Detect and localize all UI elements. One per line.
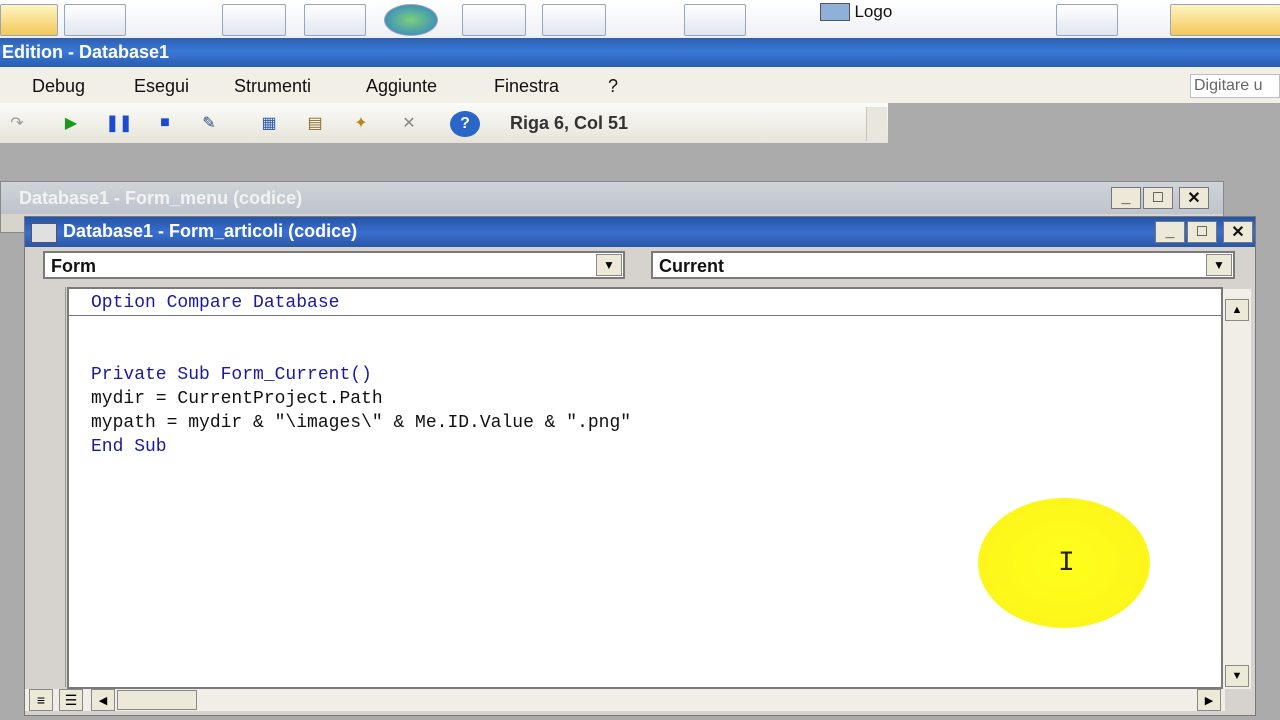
chevron-down-icon[interactable]: ▼ [1206, 254, 1232, 276]
scroll-down-icon[interactable]: ▼ [1225, 665, 1249, 687]
app-title: Edition - Database1 [2, 42, 170, 62]
toolbox-icon[interactable]: ✕ [396, 111, 422, 135]
logo-button[interactable]: Logo [820, 2, 892, 22]
pause-icon[interactable]: ❚❚ [106, 111, 133, 135]
vba-toolbar: ↷ ▶ ❚❚ ■ ✎ ▦ ▤ ✦ ✕ ? Riga 6, Col 51 [0, 103, 888, 144]
folder-icon[interactable] [304, 4, 366, 36]
back-maximize-button[interactable]: □ [1143, 187, 1173, 209]
code-line-5: mypath = mydir & "\images\" & Me.ID.Valu… [91, 413, 632, 433]
back-window-title-bar: Database1 - Form_menu (codice) _ □ ✕ [1, 182, 1223, 214]
stop-icon[interactable]: ■ [152, 111, 178, 135]
code-line-3: Private Sub Form_Current() [91, 365, 372, 385]
logo-label: Logo [854, 2, 893, 21]
code-editor[interactable]: Option Compare Database Private Sub Form… [67, 287, 1223, 689]
help-icon[interactable]: ? [450, 111, 480, 137]
scroll-left-icon[interactable]: ◀ [91, 689, 115, 711]
front-window-title-bar: Database1 - Form_articoli (codice) _ □ ✕ [25, 217, 1255, 247]
front-minimize-button[interactable]: _ [1155, 221, 1185, 243]
toolbar-options[interactable] [866, 107, 887, 141]
project-explorer-icon[interactable]: ▦ [256, 111, 282, 135]
vertical-scrollbar[interactable]: ▲ ▼ [1223, 289, 1251, 689]
object-combo[interactable]: Form ▼ [43, 251, 625, 279]
object-combo-value: Form [51, 256, 96, 276]
procedure-combo[interactable]: Current ▼ [651, 251, 1235, 279]
horizontal-scrollbar[interactable]: ≡ ☰ ◀ ▶ [25, 689, 1225, 711]
image-icon[interactable] [462, 4, 526, 36]
table-icon[interactable] [1056, 4, 1118, 36]
menu-help[interactable]: ? [608, 76, 618, 97]
redo-icon[interactable]: ↷ [4, 111, 30, 135]
code-line-1: Option Compare Database [91, 293, 340, 313]
help-search-box[interactable]: Digitare u [1190, 74, 1280, 98]
code-window-form-articoli: Database1 - Form_articoli (codice) _ □ ✕… [24, 216, 1256, 716]
object-browser-icon[interactable]: ✦ [348, 111, 374, 135]
horizontal-scroll-thumb[interactable] [117, 690, 197, 710]
app-title-bar: Edition - Database1 [0, 38, 1280, 67]
cursor-position: Riga 6, Col 51 [510, 113, 629, 133]
procedure-separator [69, 315, 1221, 316]
code-line-4: mydir = CurrentProject.Path [91, 389, 383, 409]
back-window-title: Database1 - Form_menu (codice) [19, 188, 303, 208]
picture-icon[interactable] [684, 4, 746, 36]
scroll-right-icon[interactable]: ▶ [1197, 689, 1221, 711]
globe-icon[interactable] [384, 4, 438, 36]
procedure-view-icon[interactable]: ≡ [29, 689, 53, 711]
logo-icon [820, 3, 850, 21]
run-icon[interactable]: ▶ [58, 111, 84, 135]
list-icon[interactable] [542, 4, 606, 36]
menu-bar: Debug Esegui Strumenti Aggiunte Finestra… [0, 67, 1280, 103]
front-window-title: Database1 - Form_articoli (codice) [63, 221, 358, 241]
text-cursor-icon: I [1058, 548, 1075, 579]
sheet-icon[interactable] [1170, 4, 1280, 36]
menu-strumenti[interactable]: Strumenti [234, 76, 311, 97]
back-minimize-button[interactable]: _ [1111, 187, 1141, 209]
form-icon[interactable] [0, 4, 58, 36]
ribbon-strip: Logo [0, 0, 1280, 39]
code-margin[interactable] [25, 287, 66, 687]
label-icon[interactable] [64, 4, 126, 36]
procedure-combo-value: Current [659, 256, 725, 276]
full-module-view-icon[interactable]: ☰ [59, 689, 83, 711]
menu-finestra[interactable]: Finestra [494, 76, 559, 97]
design-mode-icon[interactable]: ✎ [196, 111, 222, 135]
menu-esegui[interactable]: Esegui [134, 76, 189, 97]
chevron-down-icon[interactable]: ▼ [596, 254, 622, 276]
back-close-button[interactable]: ✕ [1179, 187, 1209, 209]
menu-debug[interactable]: Debug [32, 76, 85, 97]
textbox-icon[interactable] [222, 4, 286, 36]
properties-icon[interactable]: ▤ [302, 111, 328, 135]
vba-window-icon [31, 223, 57, 243]
scroll-up-icon[interactable]: ▲ [1225, 299, 1249, 321]
front-close-button[interactable]: ✕ [1223, 221, 1253, 243]
menu-aggiunte[interactable]: Aggiunte [366, 76, 437, 97]
code-line-6: End Sub [91, 437, 167, 457]
front-maximize-button[interactable]: □ [1187, 221, 1217, 243]
